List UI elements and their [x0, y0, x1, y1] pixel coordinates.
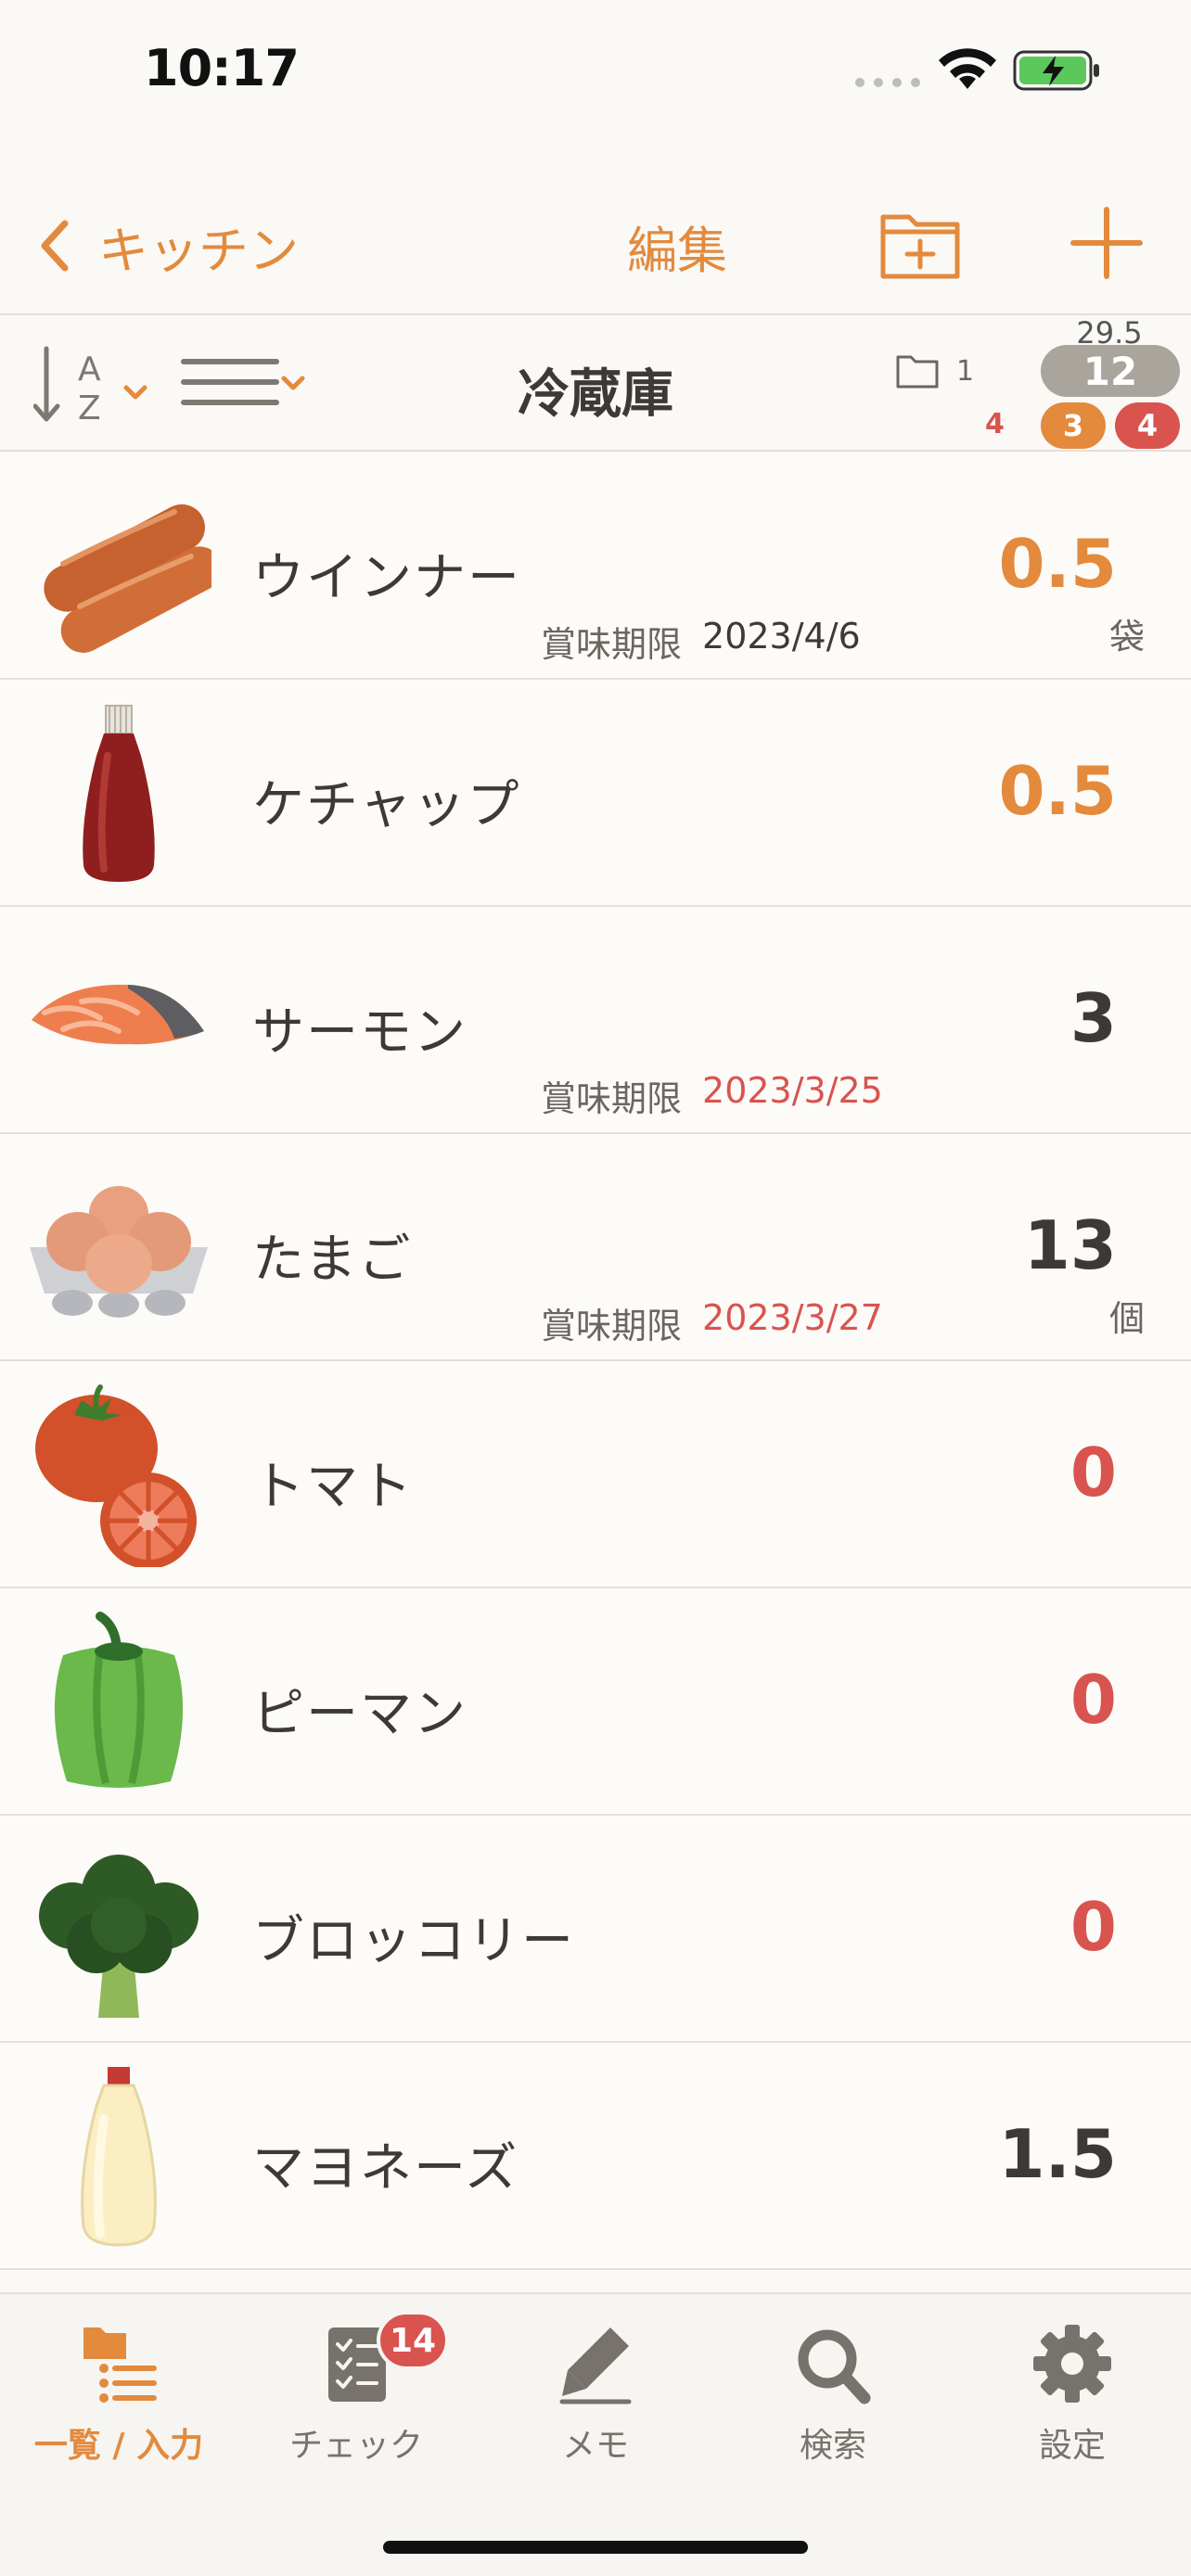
item-quantity[interactable]: 3 — [1070, 979, 1117, 1057]
item-quantity[interactable]: 13 — [1024, 1206, 1117, 1284]
item-quantity[interactable]: 1.5 — [998, 2115, 1117, 2193]
back-label: キッチン — [98, 221, 299, 280]
list-header: A Z 冷蔵庫 1 4 29.5 12 3 4 — [0, 315, 1191, 452]
item-quantity[interactable]: 0 — [1070, 1434, 1117, 1511]
item-name: サーモン — [252, 1002, 467, 1063]
expired-count: 4 — [985, 408, 1005, 440]
tab-search[interactable]: 検索 — [714, 2322, 952, 2498]
folder-count[interactable]: 1 — [895, 352, 974, 389]
home-indicator — [383, 2541, 808, 2554]
wifi-icon — [939, 48, 996, 89]
tab-label: メモ — [561, 2427, 629, 2465]
plus-icon[interactable] — [1069, 204, 1144, 282]
expiry-date: 2023/4/6 — [702, 616, 861, 657]
pencil-icon — [559, 2327, 632, 2404]
expiry-label: 賞味期限 — [541, 1306, 683, 1346]
item-name: ケチャップ — [252, 775, 521, 835]
folder-count-value: 1 — [956, 354, 975, 388]
edit-button[interactable]: 編集 — [627, 209, 727, 283]
list-item[interactable]: たまご 13 個 賞味期限 2023/3/27 — [0, 1134, 1191, 1361]
item-name: トマト — [252, 1457, 414, 1517]
tab-label: チェック — [288, 2427, 423, 2465]
tab-bar: 一覧 / 入力 チェック 14 メモ 検索 設定 — [0, 2292, 1191, 2576]
item-name: たまご — [252, 1230, 413, 1290]
list-icon — [83, 2327, 157, 2403]
list-title: 冷蔵庫 — [518, 364, 673, 425]
item-unit: 個 — [1108, 1298, 1145, 1339]
total-count-badge: 12 — [1041, 345, 1180, 397]
item-expiry: 賞味期限 2023/4/6 — [541, 616, 861, 667]
expiry-date: 2023/3/27 — [702, 1297, 883, 1338]
back-button[interactable]: キッチン — [37, 209, 299, 283]
low-stock-badge: 3 — [1041, 402, 1106, 449]
notification-badge: 14 — [377, 2311, 450, 2370]
item-name: マヨネーズ — [252, 2138, 519, 2199]
ketchup-icon — [83, 705, 155, 882]
add-folder-icon[interactable] — [879, 204, 963, 282]
folder-icon — [896, 355, 939, 389]
tab-label: 設定 — [1038, 2427, 1106, 2465]
item-quantity[interactable]: 0 — [1070, 1661, 1117, 1739]
list-item[interactable]: ピーマン 0 — [0, 1588, 1191, 1816]
item-quantity[interactable]: 0.5 — [998, 525, 1117, 603]
status-bar: 10:17 — [0, 0, 1191, 139]
gear-icon — [1033, 2325, 1111, 2403]
expiry-label: 賞味期限 — [541, 624, 683, 665]
signal-icon — [855, 78, 920, 87]
tab-check[interactable]: チェック 14 — [237, 2311, 475, 2498]
broccoli-icon — [39, 1855, 198, 2018]
tab-list[interactable]: 一覧 / 入力 — [0, 2322, 237, 2498]
tab-settings[interactable]: 設定 — [954, 2322, 1191, 2498]
battery-icon — [1013, 50, 1099, 91]
list-item[interactable]: サーモン 3 賞味期限 2023/3/25 — [0, 907, 1191, 1134]
item-expiry: 賞味期限 2023/3/27 — [541, 1297, 883, 1348]
search-icon — [798, 2329, 871, 2404]
item-quantity[interactable]: 0 — [1070, 1888, 1117, 1966]
item-quantity[interactable]: 0.5 — [998, 752, 1117, 830]
item-name: ウインナー — [252, 548, 521, 608]
salmon-icon — [32, 984, 204, 1045]
nav-bar: キッチン 編集 — [0, 181, 1191, 315]
expiry-date: 2023/3/25 — [702, 1070, 883, 1111]
tab-label: 一覧 / 入力 — [33, 2427, 204, 2465]
chevron-left-icon — [41, 220, 69, 272]
tab-label: 検索 — [799, 2427, 866, 2465]
expiry-label: 賞味期限 — [541, 1078, 683, 1119]
out-of-stock-badge: 4 — [1115, 402, 1180, 449]
list-item[interactable]: トマト 0 — [0, 1361, 1191, 1588]
green-pepper-icon — [54, 1612, 184, 1788]
item-expiry: 賞味期限 2023/3/25 — [541, 1070, 883, 1121]
tomato-icon — [35, 1384, 197, 1567]
list-item[interactable]: マヨネーズ 1.5 — [0, 2043, 1191, 2270]
list-item[interactable]: ブロッコリー 0 — [0, 1816, 1191, 2043]
list-item[interactable]: ケチャップ 0.5 — [0, 680, 1191, 907]
status-time: 10:17 — [144, 39, 300, 97]
sausage-icon — [44, 504, 211, 653]
item-unit: 袋 — [1108, 617, 1145, 657]
item-name: ピーマン — [252, 1684, 467, 1744]
tab-memo[interactable]: メモ — [477, 2322, 714, 2498]
mayonnaise-icon — [81, 2067, 157, 2247]
list-item[interactable]: ウインナー 0.5 袋 賞味期限 2023/4/6 — [0, 453, 1191, 680]
item-name: ブロッコリー — [252, 1911, 575, 1971]
egg-icon — [30, 1186, 208, 1318]
item-list: ウインナー 0.5 袋 賞味期限 2023/4/6 ケチャップ 0.5 サーモン… — [0, 453, 1191, 2270]
